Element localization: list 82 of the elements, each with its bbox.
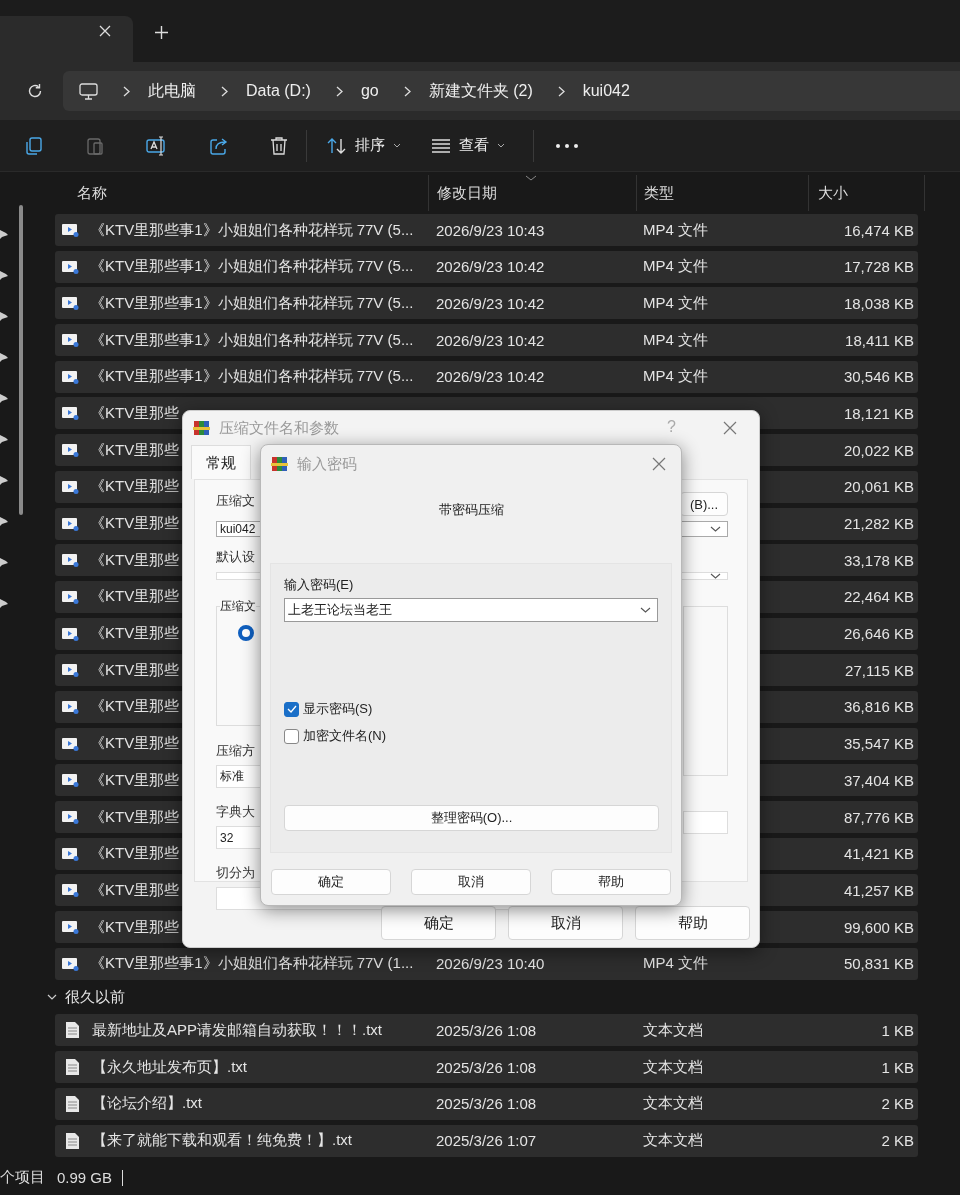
modified-date: 2025/3/26 1:08 xyxy=(436,1095,537,1113)
file-size: 35,547 KB xyxy=(843,735,915,753)
file-size: 20,061 KB xyxy=(843,478,915,496)
file-name: 《KTV里那些 xyxy=(90,587,180,607)
file-size: 18,121 KB xyxy=(843,404,915,422)
file-name: 【来了就能下载和观看！纯免费！】.txt xyxy=(92,1131,352,1150)
file-name: 《KTV里那些事1》小姐姐们各种花样玩 77V (5... xyxy=(90,367,414,387)
file-size: 20,022 KB xyxy=(843,441,915,459)
file-size: 18,411 KB xyxy=(845,331,915,349)
group-label: 压缩文 xyxy=(220,598,256,615)
modified-date: 2026/9/23 10:42 xyxy=(436,294,545,312)
field-label: 切分为 xyxy=(216,864,255,882)
modified-date: 2026/9/23 10:40 xyxy=(436,955,545,973)
window-title: 输入密码 xyxy=(297,454,357,474)
field-label: 默认设 xyxy=(216,548,255,566)
file-name: 《KTV里那些 xyxy=(90,477,180,497)
file-type: MP4 文件 xyxy=(643,257,708,277)
file-name: 《KTV里那些事1》小姐姐们各种花样玩 77V (5... xyxy=(90,257,414,277)
file-name: 《KTV里那些事1》小姐姐们各种花样玩 77V (5... xyxy=(90,220,414,240)
total-size: 0.99 GB xyxy=(57,1169,124,1186)
file-size: 87,776 KB xyxy=(843,808,915,826)
file-size: 17,728 KB xyxy=(843,258,915,276)
file-size: 2 KB xyxy=(881,1132,915,1149)
file-size: 99,600 KB xyxy=(843,918,915,936)
file-name: 《KTV里那些 xyxy=(90,697,180,717)
file-type: MP4 文件 xyxy=(643,367,708,387)
file-size: 21,282 KB xyxy=(843,515,915,532)
file-name: 最新地址及APP请发邮箱自动获取！！！.txt xyxy=(92,1020,383,1040)
file-size: 27,115 KB xyxy=(845,661,915,679)
file-name: 《KTV里那些 xyxy=(90,403,180,423)
file-type: 文本文档 xyxy=(643,1057,703,1077)
file-size: 18,038 KB xyxy=(843,294,915,312)
field-label: 字典大 xyxy=(216,803,255,821)
file-size: 1 KB xyxy=(881,1058,915,1076)
file-name: 【永久地址发布页】.txt xyxy=(92,1057,247,1077)
file-size: 37,404 KB xyxy=(843,771,915,789)
file-name: 《KTV里那些 xyxy=(90,550,180,570)
window-title: 压缩文件名和参数 xyxy=(219,418,339,438)
file-name: 《KTV里那些 xyxy=(90,880,180,900)
file-name: 《KTV里那些 xyxy=(90,440,180,460)
file-name: 《KTV里那些事1》小姐姐们各种花样玩 77V (1... xyxy=(90,954,414,974)
modified-date: 2025/3/26 1:08 xyxy=(436,1021,537,1039)
file-name: 《KTV里那些事1》小姐姐们各种花样玩 77V (5... xyxy=(90,330,414,350)
file-name: 《KTV里那些 xyxy=(90,844,180,864)
file-size: 16,474 KB xyxy=(843,221,915,239)
field-label: 压缩文 xyxy=(216,492,255,510)
file-name: 《KTV里那些 xyxy=(90,514,180,533)
file-type: 文本文档 xyxy=(643,1131,703,1150)
file-size: 41,257 KB xyxy=(843,881,915,899)
modified-date: 2025/3/26 1:07 xyxy=(436,1132,537,1149)
file-size: 36,816 KB xyxy=(843,698,915,716)
file-name: 《KTV里那些 xyxy=(90,624,180,644)
file-name: 《KTV里那些 xyxy=(90,917,180,937)
file-size: 2 KB xyxy=(881,1095,915,1113)
file-size: 41,421 KB xyxy=(843,845,915,863)
file-type: 文本文档 xyxy=(643,1094,703,1114)
modified-date: 2026/9/23 10:42 xyxy=(436,258,545,276)
file-name: 《KTV里那些事1》小姐姐们各种花样玩 77V (5... xyxy=(90,293,414,313)
field-label: 输入密码(E) xyxy=(284,576,355,594)
file-name: 《KTV里那些 xyxy=(90,807,180,827)
dialog-heading: 带密码压缩 xyxy=(437,501,505,519)
file-size: 22,464 KB xyxy=(843,588,915,606)
file-name: 《KTV里那些 xyxy=(90,734,180,754)
file-name: 《KTV里那些 xyxy=(90,770,180,790)
file-size: 30,546 KB xyxy=(843,368,915,386)
file-type: MP4 文件 xyxy=(643,293,708,313)
field-label: 压缩方 xyxy=(216,742,255,760)
file-type: MP4 文件 xyxy=(643,220,708,240)
file-name: 【论坛介绍】.txt xyxy=(92,1094,202,1114)
file-size: 50,831 KB xyxy=(843,955,915,973)
file-type: MP4 文件 xyxy=(643,330,708,350)
modified-date: 2026/9/23 10:42 xyxy=(436,368,545,386)
modified-date: 2026/9/23 10:42 xyxy=(436,331,545,349)
file-type: MP4 文件 xyxy=(643,954,708,974)
file-size: 33,178 KB xyxy=(843,551,915,569)
file-name: 《KTV里那些 xyxy=(90,660,180,680)
file-size: 1 KB xyxy=(881,1021,915,1039)
modified-date: 2025/3/26 1:08 xyxy=(436,1058,537,1076)
file-type: 文本文档 xyxy=(643,1020,703,1040)
item-count: 个项目 xyxy=(0,1168,45,1187)
file-size: 26,646 KB xyxy=(843,625,915,643)
modified-date: 2026/9/23 10:43 xyxy=(436,221,545,239)
